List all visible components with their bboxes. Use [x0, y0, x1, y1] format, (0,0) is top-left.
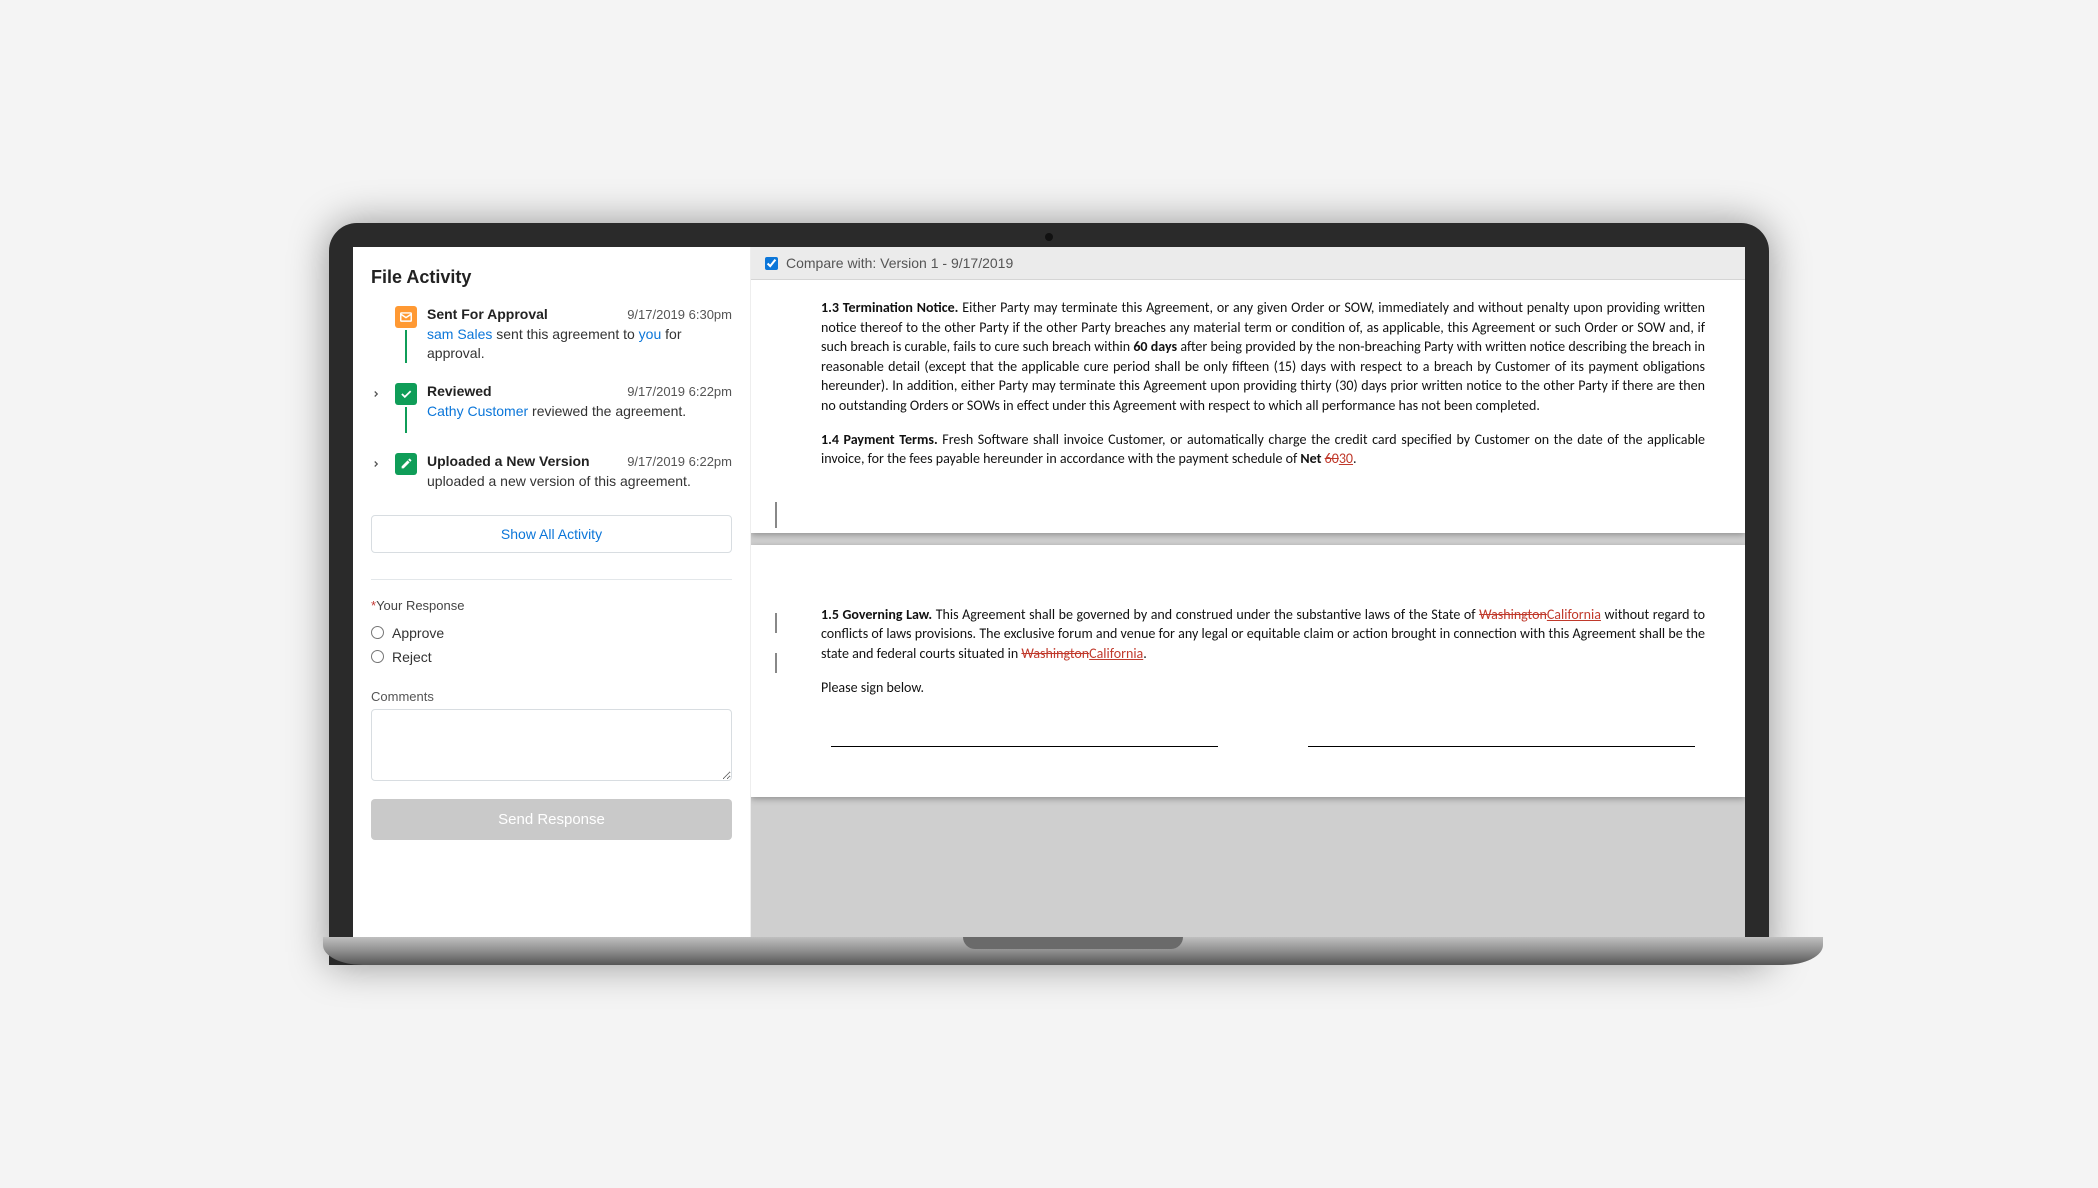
reject-label: Reject [392, 649, 432, 665]
show-all-activity-button[interactable]: Show All Activity [371, 515, 732, 553]
check-icon [395, 383, 417, 405]
activity-icon-col [395, 383, 417, 433]
camera-dot [1045, 233, 1053, 241]
activity-title: Uploaded a New Version [427, 453, 590, 469]
change-marker [775, 653, 777, 673]
inserted-text: California [1089, 645, 1143, 662]
approve-radio[interactable] [371, 626, 384, 639]
activity-body: Reviewed 9/17/2019 6:22pm Cathy Customer… [427, 383, 732, 433]
activity-icon-col [395, 453, 417, 491]
file-activity-sidebar: File Activity Sent For Approval 9/ [353, 247, 751, 937]
approve-label: Approve [392, 625, 444, 641]
document-pane: Compare with: Version 1 - 9/17/2019 1.3 … [751, 247, 1745, 937]
actor-link[interactable]: Cathy Customer [427, 403, 528, 419]
app-screen: File Activity Sent For Approval 9/ [353, 247, 1745, 937]
activity-timestamp: 9/17/2019 6:30pm [627, 307, 732, 322]
deleted-text: Washington [1021, 645, 1089, 662]
activity-body: Uploaded a New Version 9/17/2019 6:22pm … [427, 453, 732, 491]
activity-item-reviewed: Reviewed 9/17/2019 6:22pm Cathy Customer… [371, 383, 732, 453]
inserted-text: California [1547, 606, 1601, 623]
comments-textarea[interactable] [371, 709, 732, 781]
signature-line-2 [1308, 727, 1695, 747]
mail-icon [395, 306, 417, 328]
change-marker [775, 613, 777, 633]
pencil-icon [395, 453, 417, 475]
section-1-4: 1.4 Payment Terms. Fresh Software shall … [821, 430, 1705, 469]
response-label: *Your Response [371, 598, 732, 613]
section-1-3: 1.3 Termination Notice. Either Party may… [821, 298, 1705, 416]
reject-radio[interactable] [371, 650, 384, 663]
activity-icon-col [395, 306, 417, 363]
approve-option[interactable]: Approve [371, 625, 732, 641]
deleted-text: Washington [1479, 606, 1547, 623]
activity-item-sent: Sent For Approval 9/17/2019 6:30pm sam S… [371, 306, 732, 383]
activity-title: Sent For Approval [427, 306, 548, 322]
sidebar-heading: File Activity [371, 267, 732, 288]
chevron-right-icon [371, 459, 381, 469]
chevron-toggle[interactable] [371, 453, 385, 491]
document-page-1: 1.3 Termination Notice. Either Party may… [751, 280, 1745, 533]
target-link[interactable]: you [639, 326, 662, 342]
chevron-toggle[interactable] [371, 383, 385, 433]
section-1-5: 1.5 Governing Law. This Agreement shall … [821, 605, 1705, 664]
comments-label: Comments [371, 689, 732, 704]
activity-timestamp: 9/17/2019 6:22pm [627, 454, 732, 469]
activity-item-uploaded: Uploaded a New Version 9/17/2019 6:22pm … [371, 453, 732, 511]
activity-description: Cathy Customer reviewed the agreement. [427, 402, 732, 421]
activity-title: Reviewed [427, 383, 492, 399]
signature-lines [821, 727, 1705, 747]
activity-description: uploaded a new version of this agreement… [427, 472, 732, 491]
section-divider [371, 579, 732, 580]
send-response-button[interactable]: Send Response [371, 799, 732, 840]
chevron-right-icon [371, 389, 381, 399]
document-scroll[interactable]: 1.3 Termination Notice. Either Party may… [751, 280, 1745, 937]
compare-toolbar: Compare with: Version 1 - 9/17/2019 [751, 247, 1745, 280]
deleted-text: 60 [1325, 450, 1339, 467]
compare-label: Compare with: Version 1 - 9/17/2019 [786, 255, 1013, 271]
laptop-base [323, 937, 1823, 965]
timeline-line [405, 407, 407, 433]
activity-list: Sent For Approval 9/17/2019 6:30pm sam S… [371, 306, 732, 511]
document-page-2: 1.5 Governing Law. This Agreement shall … [751, 545, 1745, 797]
inserted-text: 30 [1339, 450, 1353, 467]
chevron-placeholder [371, 306, 385, 363]
reject-option[interactable]: Reject [371, 649, 732, 665]
activity-description: sam Sales sent this agreement to you for… [427, 325, 732, 363]
sign-prompt: Please sign below. [821, 678, 1705, 698]
compare-checkbox[interactable] [765, 257, 778, 270]
activity-body: Sent For Approval 9/17/2019 6:30pm sam S… [427, 306, 732, 363]
actor-link[interactable]: sam Sales [427, 326, 492, 342]
laptop-frame: File Activity Sent For Approval 9/ [329, 223, 1769, 965]
timeline-line [405, 330, 407, 363]
change-marker [775, 502, 777, 528]
signature-line-1 [831, 727, 1218, 747]
activity-timestamp: 9/17/2019 6:22pm [627, 384, 732, 399]
